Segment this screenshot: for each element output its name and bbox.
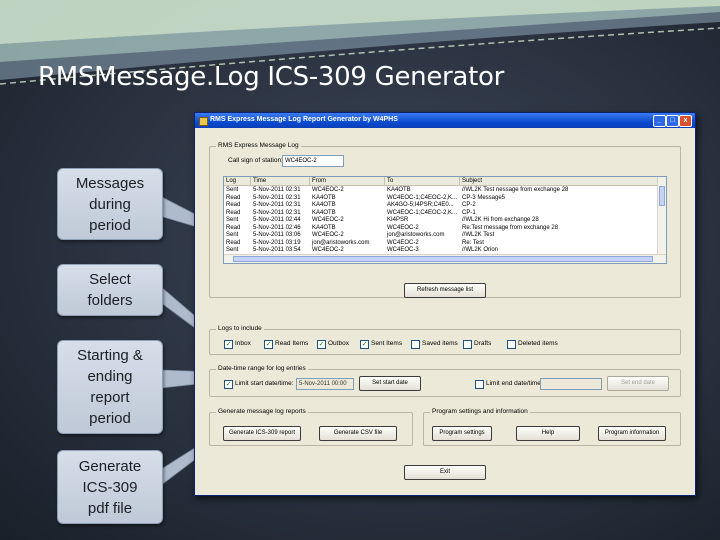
callout-messages: Messages during period: [57, 168, 163, 240]
col-subject[interactable]: Subject: [460, 177, 658, 185]
call-sign-input[interactable]: WC4EOC-2: [282, 155, 344, 167]
col-from[interactable]: From: [310, 177, 385, 185]
checkbox-sent-items[interactable]: ✓: [360, 340, 369, 349]
horizontal-scroll-thumb[interactable]: [233, 256, 653, 262]
refresh-message-list-button[interactable]: Refresh message list: [404, 283, 486, 298]
start-date-field[interactable]: 5-Nov-2011 00:00: [296, 378, 354, 390]
checkbox-label: Inbox: [235, 340, 251, 347]
callout-folders: Select folders: [57, 264, 163, 316]
date-range-group-label: Date-time range for log entries: [216, 365, 308, 372]
checkbox-outbox[interactable]: ✓: [317, 340, 326, 349]
message-log-group-label: RMS Express Message Log: [216, 142, 301, 149]
callout-period: Starting & ending report period: [57, 340, 163, 434]
logs-group-label: Logs to include: [216, 325, 264, 332]
checkbox-label: Outbox: [328, 340, 349, 347]
set-start-date-button[interactable]: Set start date: [359, 376, 421, 391]
minimize-button[interactable]: _: [653, 115, 666, 127]
cell-time: 5-Nov-2011 03:54: [253, 247, 301, 253]
checkbox-label: Saved items: [422, 340, 458, 347]
window-titlebar: RMS Express Message Log Report Generator…: [195, 113, 695, 128]
checkbox-label: Sent Items: [371, 340, 403, 347]
col-to[interactable]: To: [385, 177, 460, 185]
app-icon: [199, 117, 208, 126]
message-list[interactable]: Log Time From To Subject Sent 5-Nov-2011 …: [223, 176, 667, 264]
slide-title: RMSMessage.Log ICS-309 Generator: [38, 62, 504, 92]
checkbox-deleted-items[interactable]: [507, 340, 516, 349]
list-vertical-scrollbar[interactable]: [657, 177, 666, 254]
exit-button[interactable]: Exit: [404, 465, 486, 480]
set-end-date-button[interactable]: Set end date: [607, 376, 669, 391]
checkbox-label: Deleted items: [518, 340, 558, 347]
app-window: RMS Express Message Log Report Generator…: [194, 112, 696, 496]
checkbox-inbox[interactable]: ✓: [224, 340, 233, 349]
limit-end-checkbox[interactable]: [475, 380, 484, 389]
limit-start-checkbox[interactable]: ✓: [224, 380, 233, 389]
generate-group-label: Generate message log reports: [216, 408, 308, 415]
checkbox-label: Drafts: [474, 340, 492, 347]
call-sign-label: Call sign of station:: [228, 157, 283, 164]
generate-csv-button[interactable]: Generate CSV file: [319, 426, 397, 441]
checkbox-label: Read Items: [275, 340, 309, 347]
program-group-label: Program settings and information: [430, 408, 530, 415]
cell-subject: //WL2K Orion: [462, 247, 499, 253]
end-date-field[interactable]: [540, 378, 602, 390]
table-row[interactable]: Sent 5-Nov-2011 03:54 WC4EOC-2 WC4EOC-3 //WL…: [224, 246, 658, 254]
checkbox-saved-items[interactable]: [411, 340, 420, 349]
callout-generate: Generate ICS-309 pdf file: [57, 450, 163, 524]
maximize-button[interactable]: □: [666, 115, 679, 127]
limit-start-label: Limit start date/time:: [235, 380, 294, 387]
col-log[interactable]: Log: [224, 177, 251, 185]
program-settings-button[interactable]: Program settings: [432, 426, 492, 441]
list-horizontal-scrollbar[interactable]: [224, 254, 666, 263]
cell-to: WC4EOC-3: [387, 247, 419, 253]
program-information-button[interactable]: Program information: [598, 426, 666, 441]
limit-end-label: Limit end date/time:: [486, 380, 543, 387]
cell-from: WC4EOC-2: [312, 247, 344, 253]
message-list-header: Log Time From To Subject: [224, 177, 660, 186]
window-title: RMS Express Message Log Report Generator…: [210, 116, 398, 123]
checkbox-drafts[interactable]: [463, 340, 472, 349]
cell-log: Sent: [226, 247, 239, 253]
col-time[interactable]: Time: [251, 177, 310, 185]
help-button[interactable]: Help: [516, 426, 580, 441]
vertical-scroll-thumb[interactable]: [659, 186, 665, 206]
checkbox-read-items[interactable]: ✓: [264, 340, 273, 349]
close-button[interactable]: x: [679, 115, 692, 127]
generate-ics309-button[interactable]: Generate ICS-309 report: [223, 426, 301, 441]
